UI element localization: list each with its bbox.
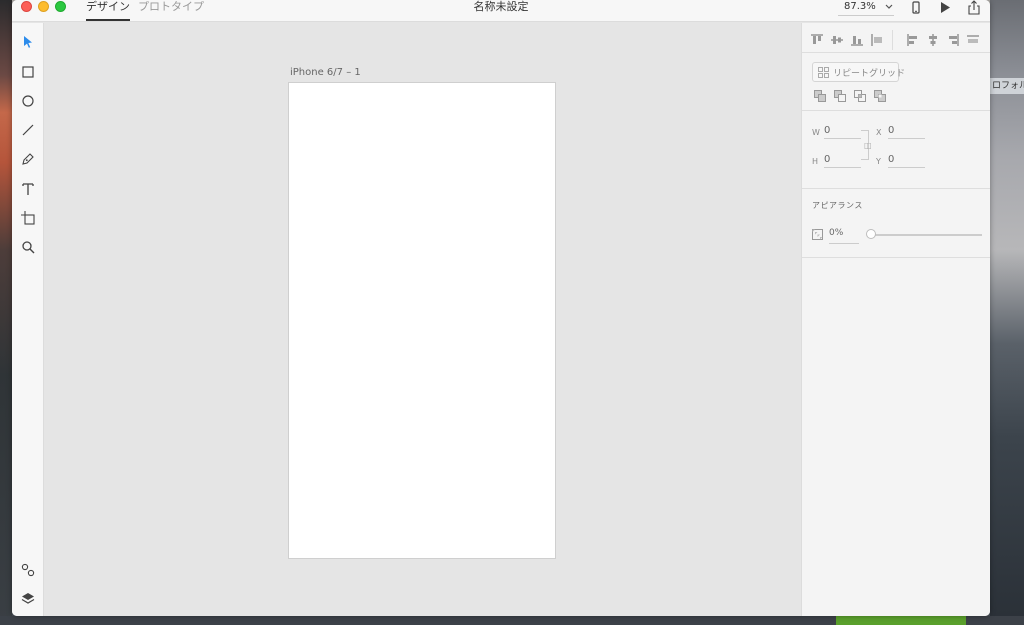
app-window: デザイン プロトタイプ 名称未設定 87.3% iPhone 6/7 – 1 リ…: [12, 0, 990, 616]
align-center-icon[interactable]: [926, 33, 940, 47]
align-divider: [892, 30, 893, 50]
rectangle-icon[interactable]: [20, 64, 36, 80]
opacity-icon: [812, 229, 823, 240]
artboard-icon[interactable]: [20, 210, 36, 226]
y-field[interactable]: 0: [888, 154, 925, 168]
align-bottom-icon[interactable]: [850, 33, 864, 47]
line-icon[interactable]: [20, 122, 36, 138]
appearance-title: アピアランス: [812, 201, 863, 210]
desktop-green-bar: [836, 616, 966, 625]
device-preview-icon[interactable]: [908, 0, 924, 16]
x-field[interactable]: 0: [888, 125, 925, 139]
height-label: H: [812, 157, 819, 166]
zoom-dropdown[interactable]: 87.3%: [838, 0, 894, 16]
align-section: [802, 23, 990, 53]
chevron-down-icon: [885, 4, 893, 9]
share-icon[interactable]: [966, 0, 982, 16]
align-middle-icon[interactable]: [830, 33, 844, 47]
width-label: W: [812, 128, 820, 137]
canvas-area[interactable]: iPhone 6/7 – 1: [44, 23, 801, 616]
align-right-icon[interactable]: [946, 33, 960, 47]
property-inspector: リピートグリッド W 0 X 0 ◫ H 0 Y 0 アピアランス 0%: [801, 23, 990, 616]
transform-section: [802, 111, 990, 189]
play-icon[interactable]: [937, 0, 953, 16]
width-field[interactable]: 0: [824, 125, 861, 139]
opacity-slider-thumb[interactable]: [866, 229, 876, 239]
desktop-wallpaper-left: [0, 0, 12, 625]
distribute-vertical-icon[interactable]: [870, 33, 884, 47]
align-top-icon[interactable]: [810, 33, 824, 47]
pen-icon[interactable]: [20, 151, 36, 167]
repeat-grid-label: リピートグリッド: [833, 69, 906, 79]
artboard-label[interactable]: iPhone 6/7 – 1: [290, 67, 361, 78]
desktop-window-title-fragment: ロフォル: [990, 78, 1024, 94]
opacity-slider[interactable]: [870, 234, 982, 236]
boolean-intersect-icon[interactable]: [854, 90, 866, 102]
x-label: X: [876, 128, 882, 137]
ellipse-icon[interactable]: [20, 93, 36, 109]
symbols-icon[interactable]: [20, 562, 36, 578]
lock-icon[interactable]: ◫: [864, 141, 872, 150]
height-field[interactable]: 0: [824, 154, 861, 168]
artboard[interactable]: [288, 82, 556, 559]
tool-bar: [12, 23, 44, 616]
repeat-grid-button[interactable]: リピートグリッド: [812, 62, 905, 82]
zoom-icon[interactable]: [20, 239, 36, 255]
y-label: Y: [876, 157, 881, 166]
opacity-field[interactable]: 0%: [829, 228, 859, 244]
boolean-add-icon[interactable]: [814, 90, 826, 102]
layers-icon[interactable]: [20, 591, 36, 607]
repeat-grid-icon: [818, 67, 829, 78]
zoom-value: 87.3%: [844, 1, 876, 12]
text-icon[interactable]: [20, 181, 36, 197]
align-left-icon[interactable]: [906, 33, 920, 47]
boolean-subtract-icon[interactable]: [834, 90, 846, 102]
boolean-exclude-icon[interactable]: [874, 90, 886, 102]
select-icon[interactable]: [20, 34, 36, 50]
distribute-horizontal-icon[interactable]: [966, 33, 980, 47]
title-bar: デザイン プロトタイプ 名称未設定 87.3%: [12, 0, 990, 22]
